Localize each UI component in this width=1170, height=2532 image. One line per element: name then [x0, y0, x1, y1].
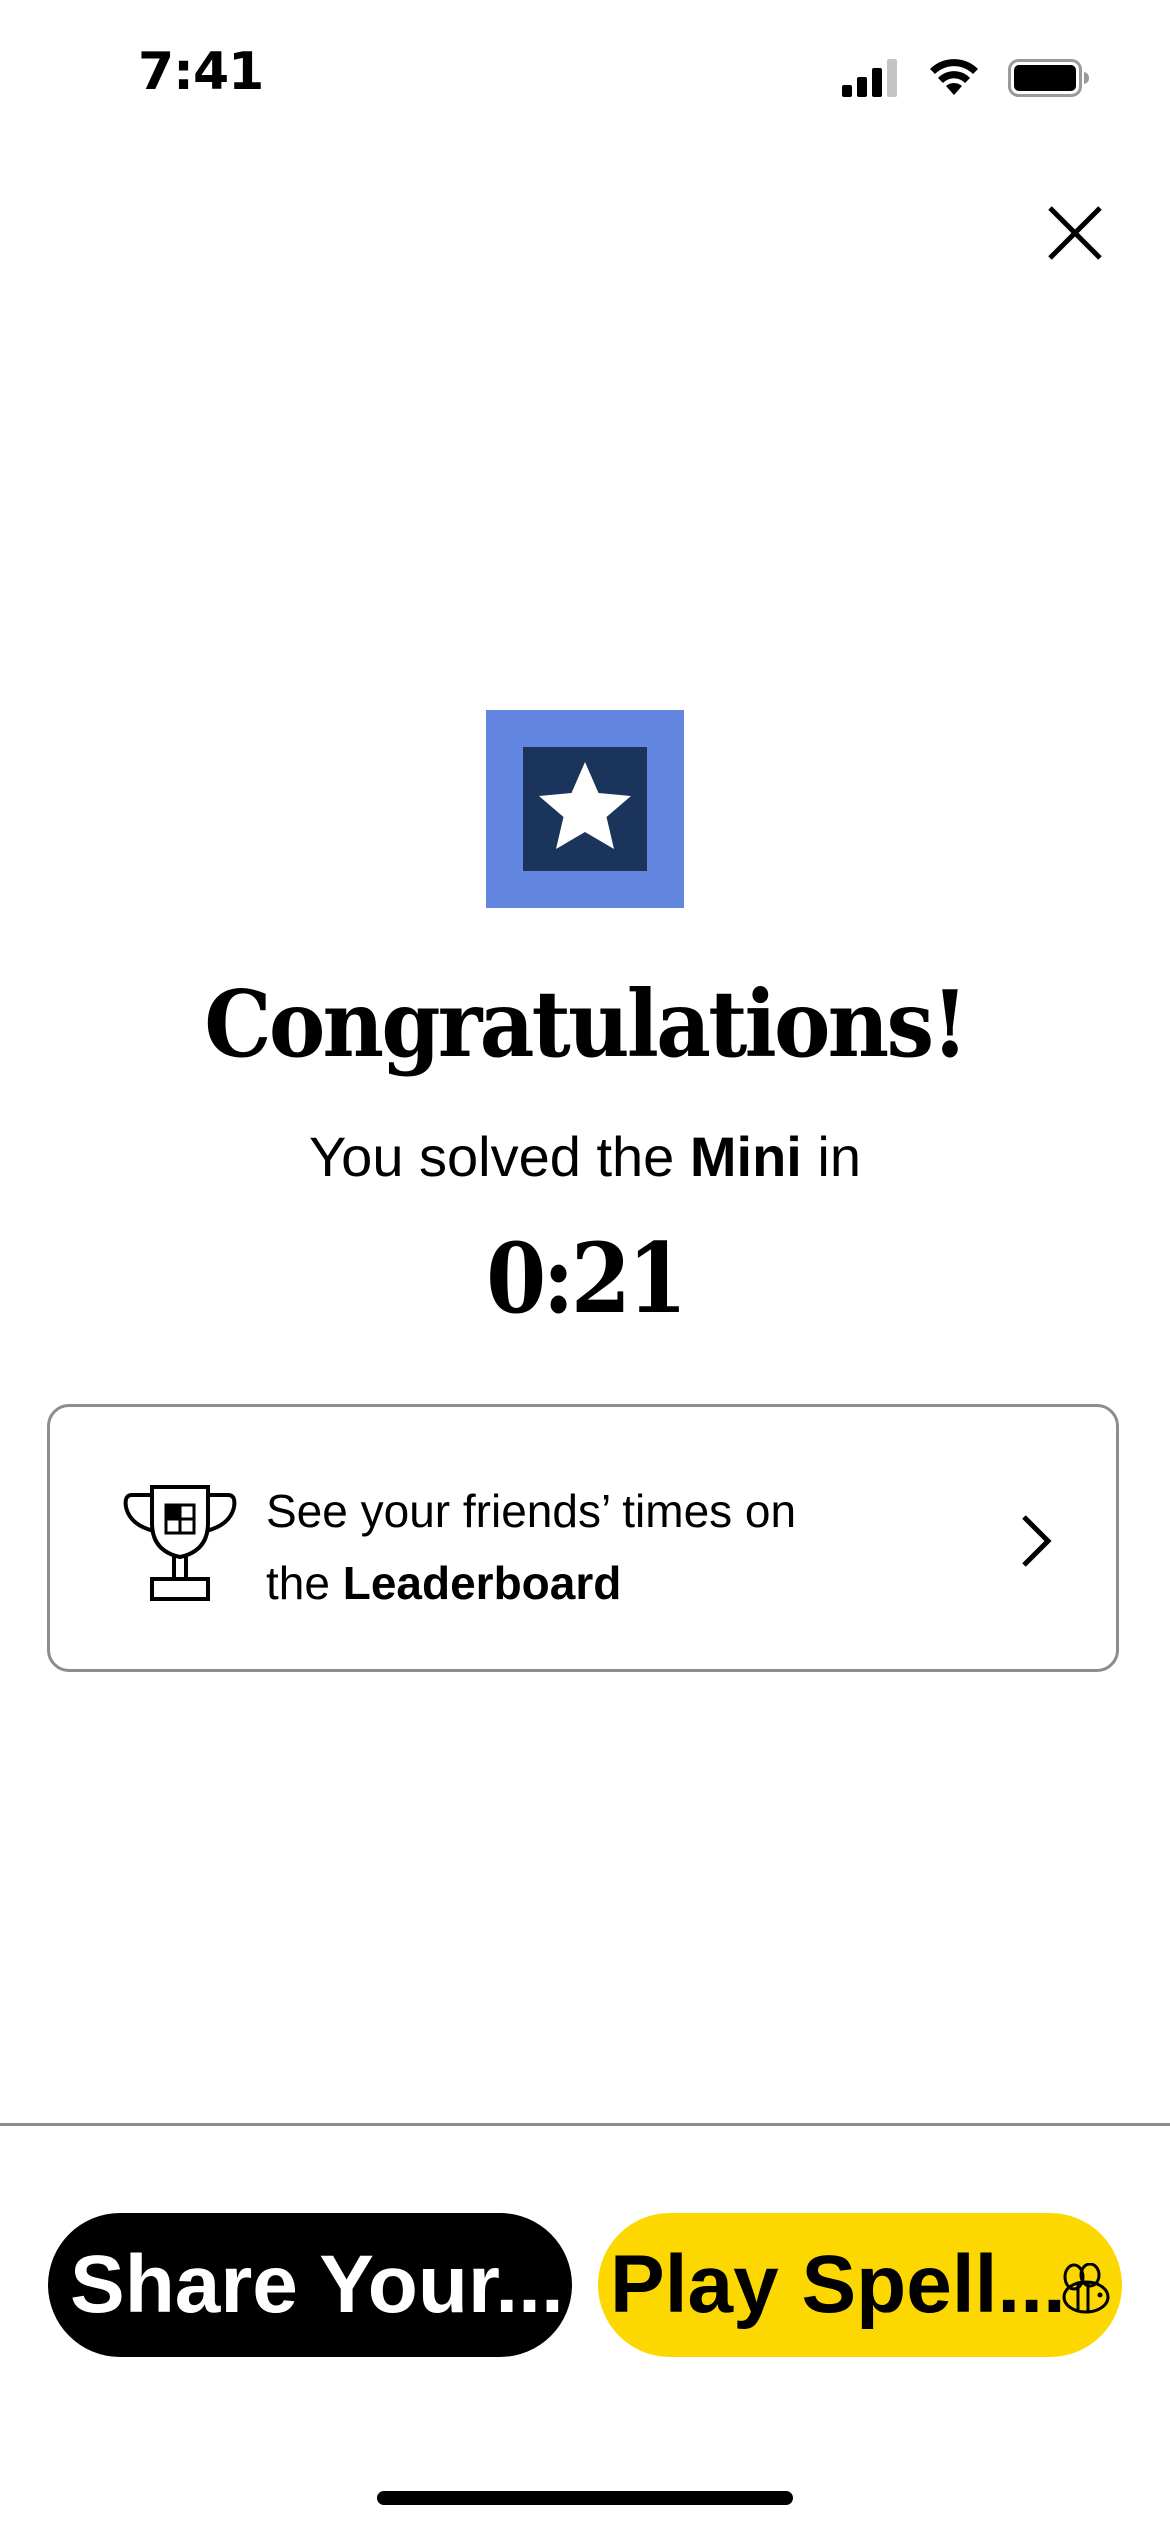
chevron-right-icon — [1022, 1515, 1052, 1567]
close-icon — [1048, 206, 1102, 260]
subtitle-prefix: You solved the — [308, 1125, 690, 1188]
footer-divider — [0, 2123, 1170, 2126]
leaderboard-line2-prefix: the — [266, 1557, 343, 1609]
spell-button-label: Play Spell... — [610, 2239, 1066, 2330]
cellular-signal-icon — [842, 59, 897, 97]
leaderboard-link: Leaderboard — [342, 1557, 622, 1609]
status-icons — [842, 56, 1090, 100]
page-title: Congratulations! — [204, 970, 968, 1078]
share-results-button[interactable]: Share Your... — [48, 2213, 572, 2357]
home-indicator[interactable] — [377, 2491, 793, 2505]
play-spelling-bee-button[interactable]: Play Spell... — [598, 2213, 1122, 2357]
solve-time: 0:21 — [486, 1222, 687, 1335]
star-icon — [539, 762, 631, 849]
subtitle-suffix: in — [801, 1125, 862, 1188]
subtitle-puzzle-name: Mini — [689, 1125, 802, 1188]
badge-inner — [523, 747, 647, 871]
solve-subtitle: You solved the Mini in — [0, 1124, 1170, 1189]
share-button-label: Share Your... — [70, 2239, 564, 2330]
bee-icon — [1062, 2263, 1110, 2314]
leaderboard-line1: See your friends’ times on — [266, 1485, 797, 1537]
leaderboard-line2: the Leaderboard — [266, 1547, 796, 1619]
leaderboard-text: See your friends’ times on the Leaderboa… — [266, 1475, 796, 1619]
status-time: 7:41 — [138, 42, 264, 102]
trophy-icon — [123, 1485, 237, 1601]
leaderboard-card[interactable]: See your friends’ times on the Leaderboa… — [47, 1404, 1119, 1672]
mini-completion-badge — [486, 710, 684, 908]
battery-icon — [1008, 59, 1089, 97]
close-button[interactable] — [1040, 198, 1110, 268]
wifi-icon — [930, 59, 978, 95]
